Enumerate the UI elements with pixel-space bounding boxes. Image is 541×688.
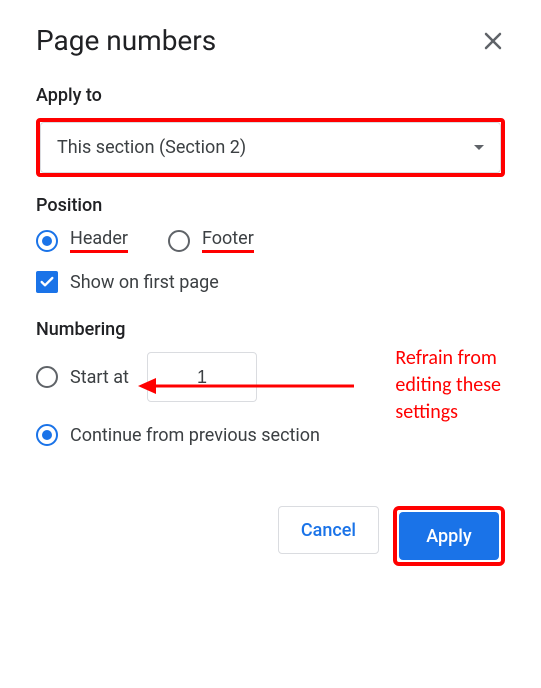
page-numbers-dialog: Page numbers Apply to This section (Sect… bbox=[0, 0, 541, 590]
chevron-down-icon bbox=[474, 145, 484, 150]
radio-header-label: Header bbox=[70, 228, 128, 253]
apply-to-dropdown[interactable]: This section (Section 2) bbox=[40, 122, 501, 173]
annotation-text: Refrain from editing these settings bbox=[395, 345, 501, 426]
show-first-page-checkbox[interactable]: Show on first page bbox=[36, 271, 505, 293]
continue-label: Continue from previous section bbox=[70, 425, 320, 446]
apply-highlight: Apply bbox=[393, 506, 505, 566]
radio-icon bbox=[36, 230, 58, 252]
apply-to-highlight: This section (Section 2) bbox=[36, 118, 505, 177]
apply-to-label: Apply to bbox=[36, 85, 505, 106]
radio-icon bbox=[168, 230, 190, 252]
radio-start-at[interactable]: Start at bbox=[36, 366, 129, 388]
dialog-title: Page numbers bbox=[36, 24, 216, 57]
radio-footer-label: Footer bbox=[202, 228, 254, 253]
radio-header[interactable]: Header bbox=[36, 228, 128, 253]
radio-icon bbox=[36, 424, 58, 446]
annotation-line: Refrain from bbox=[395, 345, 501, 372]
dialog-header: Page numbers bbox=[36, 24, 505, 57]
position-radio-group: Header Footer bbox=[36, 228, 505, 253]
apply-button[interactable]: Apply bbox=[399, 512, 499, 560]
start-at-label: Start at bbox=[70, 367, 129, 388]
checkbox-icon bbox=[36, 271, 58, 293]
cancel-button[interactable]: Cancel bbox=[278, 506, 379, 554]
radio-footer[interactable]: Footer bbox=[168, 228, 254, 253]
annotation-line: settings bbox=[395, 399, 501, 426]
apply-to-value: This section (Section 2) bbox=[57, 137, 246, 158]
dialog-footer: Cancel Apply bbox=[36, 506, 505, 566]
annotation-line: editing these bbox=[395, 372, 501, 399]
radio-continue[interactable]: Continue from previous section bbox=[36, 424, 505, 446]
position-label: Position bbox=[36, 195, 505, 216]
annotation-arrow-icon bbox=[138, 374, 354, 398]
numbering-label: Numbering bbox=[36, 319, 505, 340]
close-icon[interactable] bbox=[481, 29, 505, 53]
radio-icon bbox=[36, 366, 58, 388]
show-first-page-label: Show on first page bbox=[70, 272, 219, 293]
